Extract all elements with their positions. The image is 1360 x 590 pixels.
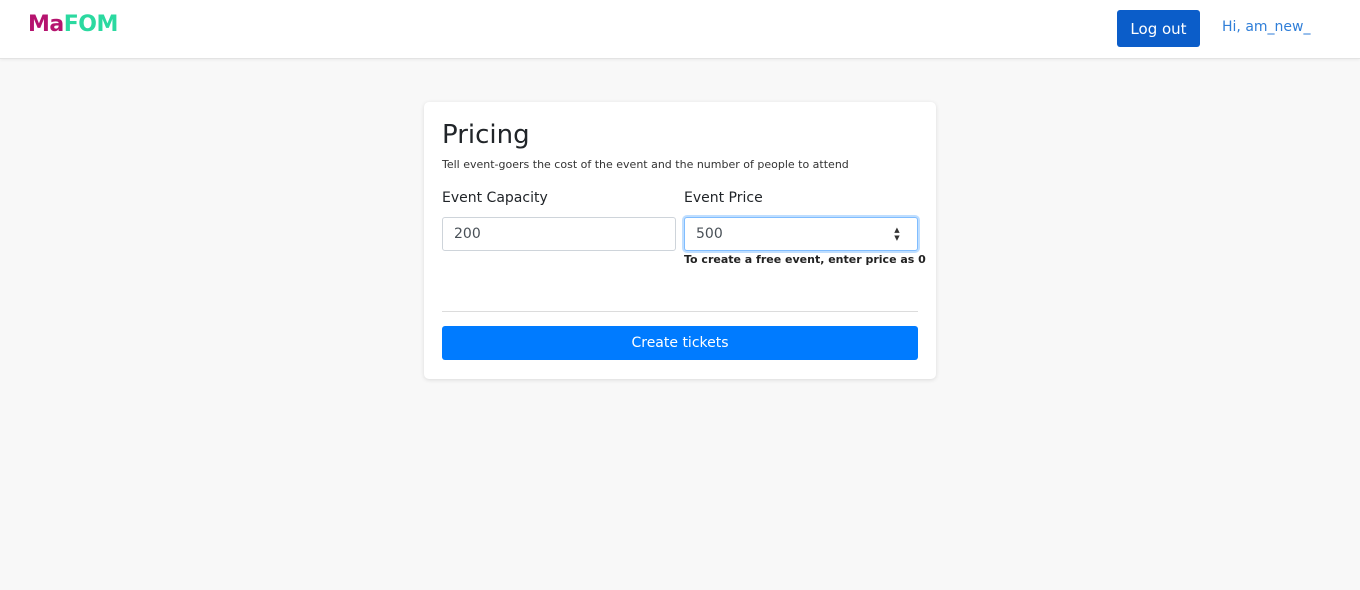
logo-text-fom: FOM [63, 12, 119, 37]
event-capacity-label: Event Capacity [442, 190, 548, 206]
logout-button[interactable]: Log out [1117, 10, 1200, 47]
create-tickets-button[interactable]: Create tickets [442, 326, 918, 360]
logo-text-ma: Ma [28, 12, 64, 37]
event-price-input[interactable] [684, 217, 918, 251]
pricing-description: Tell event-goers the cost of the event a… [442, 158, 849, 171]
spinner-down-icon[interactable]: ▼ [894, 234, 899, 242]
page-title: Pricing [442, 120, 530, 150]
price-hint-text: To create a free event, enter price as 0 [684, 253, 926, 266]
user-greeting-link[interactable]: Hi, am_new_ [1222, 17, 1310, 37]
price-number-spinner[interactable]: ▲ ▼ [891, 222, 903, 246]
divider [442, 311, 918, 312]
top-navbar: MaFOM Log out Hi, am_new_ [0, 0, 1360, 59]
event-capacity-input[interactable] [442, 217, 676, 251]
mafom-logo[interactable]: MaFOM [28, 10, 118, 40]
event-price-label: Event Price [684, 190, 763, 206]
spinner-up-icon[interactable]: ▲ [894, 226, 899, 234]
pricing-card: Pricing Tell event-goers the cost of the… [424, 102, 936, 379]
